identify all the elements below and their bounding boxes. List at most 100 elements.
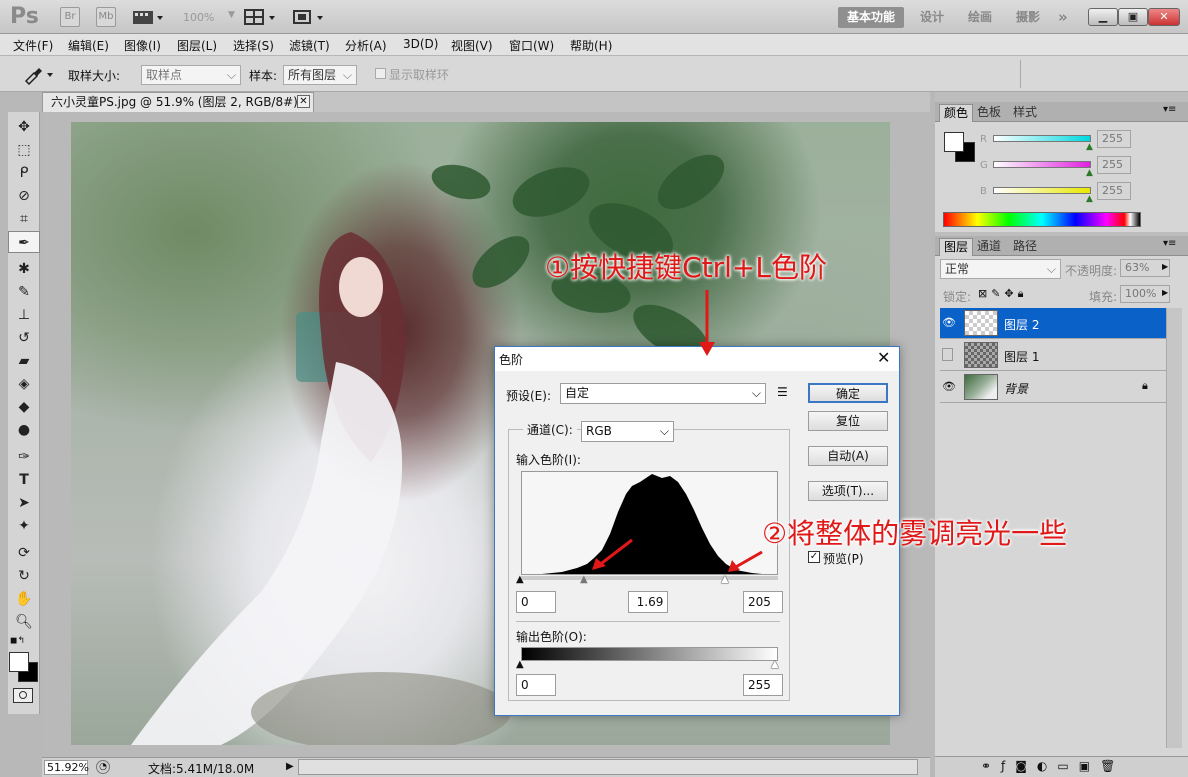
red-slider-track[interactable] [993,135,1091,142]
layer-actions-icons[interactable]: ⚭ƒ◙◐▭▣🗑︎ [981,759,1125,773]
workspace-paint-tab[interactable]: 绘画 [968,7,992,28]
menu-filter[interactable]: 滤镜(T) [289,37,330,54]
status-menu-arrow-icon[interactable]: ▶ [286,759,296,775]
tab-swatches[interactable]: 色板 [973,104,1005,122]
menu-file[interactable]: 文件(F) [13,37,53,54]
green-slider-track[interactable] [993,161,1091,168]
workspace-design-tab[interactable]: 设计 [920,7,944,28]
tab-styles[interactable]: 样式 [1009,104,1041,122]
tab-color[interactable]: 颜色 [939,104,974,122]
3d-rotate-tool-icon[interactable]: ⟳ [8,542,40,564]
tool-preset-picker[interactable] [22,63,58,86]
bridge-button[interactable]: Br [60,7,80,27]
quick-selection-tool-icon[interactable]: ⊘ [8,185,40,207]
hand-tool-icon[interactable]: ✋ [8,588,40,610]
document-tab[interactable]: 六小灵童PS.jpg @ 51.9% (图层 2, RGB/8#) * ✕ [42,92,314,112]
input-gamma-field[interactable]: 1.69 [628,591,668,613]
pen-tool-icon[interactable]: ✑ [8,446,40,468]
layer-row[interactable]: 图层 1 [940,340,1166,371]
blue-slider-track[interactable] [993,187,1091,194]
show-sampling-ring-checkbox[interactable] [375,68,386,79]
minimize-button[interactable]: ▁ [1088,8,1118,26]
menu-edit[interactable]: 编辑(E) [68,37,109,54]
tab-channels[interactable]: 通道 [973,238,1005,256]
spot-healing-tool-icon[interactable]: ✱ [8,258,40,280]
red-slider-handle-icon[interactable]: ▲ [1086,142,1093,152]
green-slider-handle-icon[interactable]: ▲ [1086,168,1093,178]
auto-button[interactable]: 自动(A) [808,446,888,466]
screen-mode-dropdown[interactable] [292,8,328,26]
menu-window[interactable]: 窗口(W) [509,37,554,54]
type-tool-icon[interactable]: T [8,469,40,491]
output-white-handle[interactable]: ▲ [771,659,779,670]
more-workspaces-button[interactable]: » [1058,7,1068,28]
tab-paths[interactable]: 路径 [1009,238,1041,256]
output-black-handle[interactable]: ▲ [516,659,524,670]
workspace-basic-tab[interactable]: 基本功能 [838,7,904,28]
color-spectrum-ramp[interactable] [943,212,1141,227]
close-icon[interactable]: ✕ [877,348,890,367]
blend-mode-select[interactable]: 正常 ⌵ [940,259,1061,279]
menu-analysis[interactable]: 分析(A) [345,37,387,54]
marquee-tool-icon[interactable]: ⬚ [8,139,40,161]
quick-mask-icon[interactable] [13,688,33,703]
crop-tool-icon[interactable]: ⌗ [8,208,40,230]
eraser-tool-icon[interactable]: ▰ [8,350,40,372]
blue-value-field[interactable]: 255 [1097,182,1131,200]
ok-button[interactable]: 确定 [808,383,888,403]
3d-orbit-tool-icon[interactable]: ↻ [8,565,40,587]
eye-visibility-icon[interactable]: 👁︎ [942,380,956,393]
menu-layer[interactable]: 图层(L) [177,37,217,54]
dodge-tool-icon[interactable]: ● [8,419,40,441]
opacity-dropdown-icon[interactable]: ▶ [1162,262,1168,271]
input-white-field[interactable]: 205 [743,591,783,613]
options-button[interactable]: 选项(T)... [808,481,888,501]
menu-3d[interactable]: 3D(D) [403,37,438,51]
brush-tool-icon[interactable]: ✎ [8,281,40,303]
menu-help[interactable]: 帮助(H) [570,37,612,54]
close-document-icon[interactable]: ✕ [297,95,310,108]
sample-layers-select[interactable]: 所有图层 ⌵ [283,65,357,85]
lasso-tool-icon[interactable]: ᑭ [8,162,40,184]
fill-dropdown-icon[interactable]: ▶ [1162,288,1168,297]
mini-bridge-button[interactable]: Mb [96,7,116,27]
foreground-color-swatch[interactable] [944,132,964,152]
zoom-field[interactable]: 51.92% [44,760,89,775]
clone-stamp-tool-icon[interactable]: ⊥ [8,304,40,326]
move-tool-icon[interactable]: ✥ [8,116,40,138]
status-info-icon[interactable]: ◔ [96,760,110,774]
reset-button[interactable]: 复位 [808,411,888,431]
eye-visibility-icon[interactable]: 👁︎ [942,316,956,329]
preset-select[interactable]: 自定 ⌵ [560,383,766,404]
tab-layers[interactable]: 图层 [939,238,974,256]
history-brush-tool-icon[interactable]: ↺ [8,327,40,349]
path-selection-tool-icon[interactable]: ➤ [8,492,40,514]
shape-tool-icon[interactable]: ✦ [8,515,40,537]
default-colors-icon[interactable]: ◼↰ [10,636,25,646]
input-slider-track[interactable] [521,576,778,580]
panel-menu-icon[interactable]: ▾≡ [1163,104,1176,115]
channel-select[interactable]: RGB ⌵ [581,421,674,442]
preset-options-icon[interactable]: ☰ [777,385,788,399]
zoom-level-readout[interactable]: 100% [183,11,214,24]
blur-tool-icon[interactable]: ◆ [8,396,40,418]
menu-view[interactable]: 视图(V) [451,37,493,54]
foreground-color-swatch[interactable] [9,652,29,672]
output-white-field[interactable]: 255 [743,674,783,696]
layer-row[interactable]: 👁︎ 图层 2 [940,308,1166,339]
lock-options-icons[interactable]: ⊠✎✥🔒︎ [978,287,1028,301]
gamma-handle[interactable]: ▲ [580,574,588,585]
eyedropper-tool-icon[interactable]: ✒ [8,231,40,253]
output-black-field[interactable]: 0 [516,674,556,696]
layers-scrollbar[interactable] [1166,308,1182,748]
blue-slider-handle-icon[interactable]: ▲ [1086,194,1093,204]
paint-bucket-tool-icon[interactable]: ◈ [8,373,40,395]
red-value-field[interactable]: 255 [1097,130,1131,148]
restore-button[interactable]: ▣ [1118,8,1148,26]
workspace-photo-tab[interactable]: 摄影 [1016,7,1040,28]
menu-select[interactable]: 选择(S) [233,37,274,54]
black-point-handle[interactable]: ▲ [516,574,524,585]
green-value-field[interactable]: 255 [1097,156,1131,174]
arrange-documents-dropdown[interactable] [244,8,280,26]
view-extras-dropdown[interactable] [132,8,166,26]
